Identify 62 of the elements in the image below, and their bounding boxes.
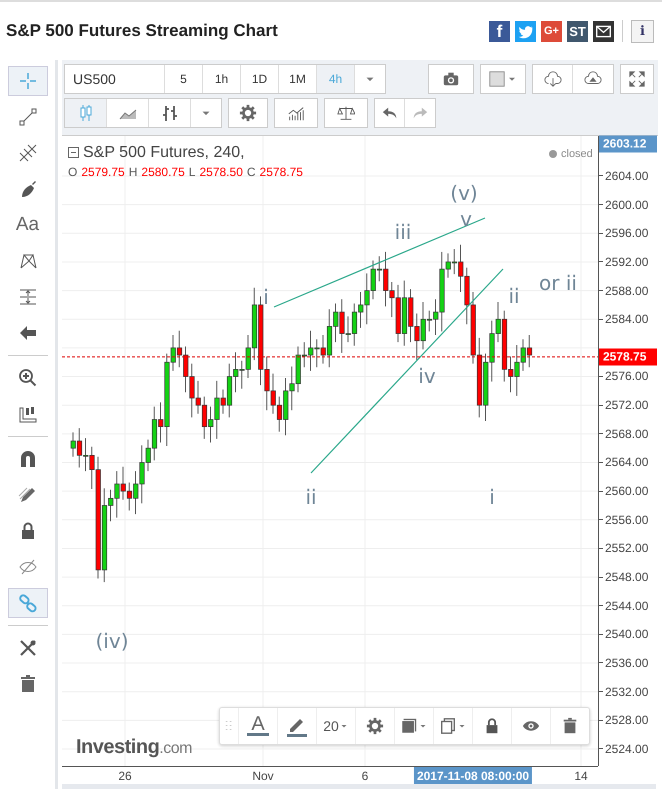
ohlc-value: 2579.75 bbox=[81, 164, 125, 179]
price-badge: 2603.12 bbox=[599, 135, 657, 152]
color-swatch-icon bbox=[488, 70, 506, 88]
series-title: S&P 500 Futures, 240, bbox=[83, 144, 245, 162]
twitter-button[interactable] bbox=[515, 20, 536, 42]
ohlc-value: 2578.50 bbox=[199, 164, 243, 179]
settings-icon bbox=[366, 716, 384, 735]
cloud-download-icon bbox=[544, 70, 562, 88]
wave-label: ii bbox=[508, 284, 520, 308]
ohlc-key: L bbox=[188, 164, 196, 179]
collapse-icon[interactable] bbox=[68, 147, 79, 158]
info-button[interactable]: i bbox=[631, 20, 654, 42]
link-icon bbox=[18, 593, 38, 613]
ohlc-value: 2580.75 bbox=[141, 164, 185, 179]
email-button[interactable] bbox=[593, 20, 614, 42]
wave-label: i bbox=[263, 284, 269, 309]
text-tool-button[interactable]: Aa bbox=[8, 210, 48, 240]
ohlc-value: 2578.75 bbox=[260, 164, 303, 179]
time-label: Nov bbox=[251, 768, 275, 783]
status-dot bbox=[549, 150, 557, 158]
text-color-button[interactable]: A bbox=[239, 708, 278, 744]
time-label: 6 bbox=[360, 768, 370, 783]
camera-icon bbox=[442, 70, 460, 88]
market-status: closed bbox=[561, 148, 593, 160]
wave-label: i bbox=[489, 484, 495, 509]
wave-label: or ii bbox=[539, 270, 577, 295]
copy-icon bbox=[439, 716, 457, 735]
ohlc-key: H bbox=[128, 164, 138, 179]
ohlc-key: O bbox=[68, 164, 78, 179]
trash-icon bbox=[561, 716, 579, 735]
pattern-icon bbox=[18, 251, 38, 271]
settings-icon bbox=[239, 104, 257, 122]
logo: Investing.com bbox=[76, 736, 192, 759]
font-size-button[interactable]: 20 bbox=[317, 708, 356, 744]
price-badge: 2578.75 bbox=[599, 348, 657, 366]
measure-icon bbox=[18, 287, 38, 307]
time-label: 14 bbox=[573, 768, 589, 783]
tools-icon bbox=[18, 638, 38, 658]
wave-label: (iv) bbox=[96, 628, 128, 653]
zoom-icon bbox=[18, 368, 38, 388]
pencil-icon bbox=[18, 485, 38, 505]
facebook-button[interactable]: f bbox=[489, 20, 510, 42]
google-plus-button[interactable]: G+ bbox=[541, 20, 562, 42]
crosshair-time-label: 2017-11-08 08:00:00 bbox=[414, 766, 532, 785]
wave-label: iv bbox=[418, 364, 436, 388]
wave-label: ii bbox=[305, 484, 317, 509]
page-title: S&P 500 Futures Streaming Chart bbox=[6, 21, 278, 41]
wave-label: iii bbox=[394, 220, 412, 244]
wave-label: v bbox=[460, 206, 472, 231]
wave-label: (v) bbox=[450, 180, 478, 205]
stocktwits-button[interactable]: ST bbox=[567, 20, 588, 42]
crosshair-icon bbox=[18, 71, 38, 91]
fill-icon bbox=[400, 716, 418, 735]
fullscreen-icon bbox=[628, 70, 646, 88]
scales-icon bbox=[337, 104, 355, 122]
envelope-icon bbox=[595, 22, 612, 40]
line-tool-icon bbox=[18, 107, 38, 127]
time-label: 26 bbox=[117, 768, 133, 783]
ohlc-key: C bbox=[246, 164, 256, 179]
ruler-icon bbox=[18, 404, 38, 424]
eye-slash-icon bbox=[18, 557, 38, 577]
pitchfork-icon bbox=[18, 143, 38, 163]
